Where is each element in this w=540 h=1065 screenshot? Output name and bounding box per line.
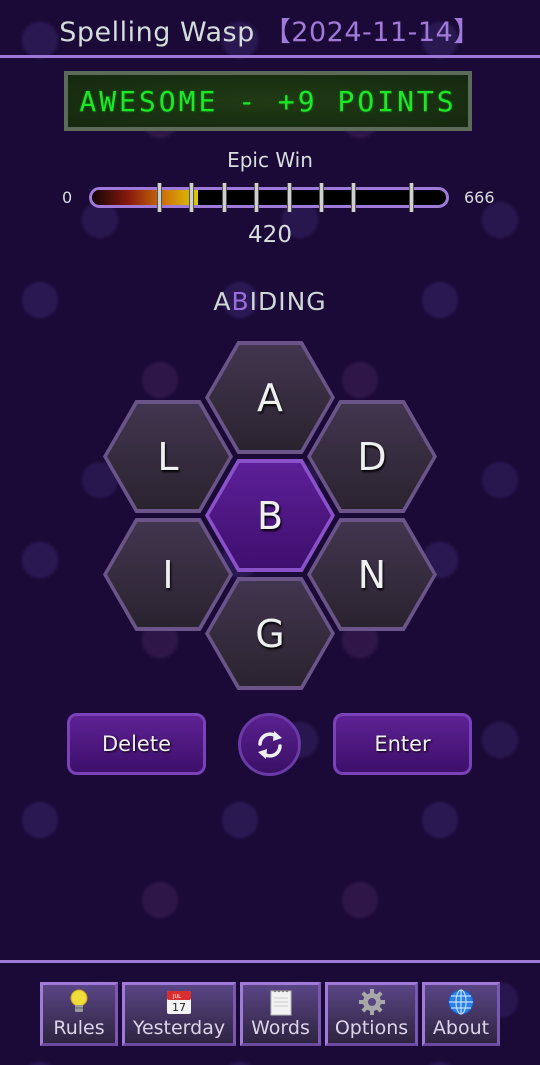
progress-tick <box>221 183 227 212</box>
nav-label: Yesterday <box>132 1017 226 1039</box>
word-part-before: A <box>213 287 232 316</box>
nav-rules-button[interactable]: Rules <box>40 982 118 1046</box>
refresh-icon <box>257 730 282 759</box>
hex-tile-top[interactable]: A <box>205 341 335 454</box>
progress-tick <box>409 183 414 212</box>
message-text: AWESOME - +9 POINTS <box>79 84 457 118</box>
progress-bar <box>89 187 449 208</box>
hex-tile-upper-left[interactable]: L <box>103 400 233 513</box>
hex-letter: I <box>107 522 229 627</box>
nav-yesterday-button[interactable]: JUL 17 Yesterday <box>122 982 236 1046</box>
hex-tile-bottom[interactable]: G <box>205 577 335 690</box>
progress-tick <box>157 183 163 212</box>
progress-tick <box>286 183 292 212</box>
nav-about-button[interactable]: About <box>422 982 500 1046</box>
hex-letter: D <box>311 404 433 509</box>
nav-label: Rules <box>53 1017 105 1039</box>
nav-words-button[interactable]: Words <box>240 982 321 1046</box>
word-center-letter: B <box>231 287 250 316</box>
app-name: Spelling Wasp <box>59 17 255 48</box>
hex-letter: N <box>311 522 433 627</box>
app-title: Spelling Wasp 【2024-11-14】 <box>0 10 540 49</box>
delete-button[interactable]: Delete <box>67 713 206 775</box>
nav-options-button[interactable]: Options <box>325 982 418 1046</box>
hex-tile-upper-right[interactable]: D <box>307 400 437 513</box>
puzzle-date: 【2024-11-14】 <box>263 17 481 48</box>
calendar-day: 17 <box>172 1001 186 1014</box>
progress-tick <box>319 183 325 212</box>
current-word: ABIDING <box>0 287 540 316</box>
progress-min: 0 <box>62 188 73 207</box>
lightbulb-icon <box>68 988 90 1016</box>
progress-fill <box>92 190 199 205</box>
score-value: 420 <box>248 222 292 248</box>
nav-label: Options <box>334 1017 409 1039</box>
progress-tick <box>351 183 357 212</box>
word-part-after: IDING <box>249 287 327 316</box>
rank-label: Epic Win <box>227 148 313 172</box>
hex-tile-center[interactable]: B <box>205 459 335 572</box>
hex-letter: G <box>209 581 331 686</box>
hex-letter: A <box>209 345 331 450</box>
nav-label: About <box>432 1017 490 1039</box>
header-divider <box>0 55 540 58</box>
gear-icon <box>358 988 386 1016</box>
calendar-month: JUL <box>172 994 181 1000</box>
calendar-icon: JUL 17 <box>165 988 193 1016</box>
nav-label: Words <box>251 1017 310 1039</box>
hex-tile-lower-left[interactable]: I <box>103 518 233 631</box>
enter-button[interactable]: Enter <box>333 713 472 775</box>
hex-tile-lower-right[interactable]: N <box>307 518 437 631</box>
shuffle-button[interactable] <box>238 713 301 776</box>
progress-tick <box>254 183 260 212</box>
progress-max: 666 <box>464 188 495 207</box>
progress-tick <box>189 183 195 212</box>
notepad-icon <box>269 988 293 1016</box>
message-display: AWESOME - +9 POINTS <box>64 71 472 131</box>
globe-icon <box>447 988 475 1016</box>
hex-letter: L <box>107 404 229 509</box>
footer-divider <box>0 960 540 963</box>
hex-letter: B <box>209 463 331 568</box>
